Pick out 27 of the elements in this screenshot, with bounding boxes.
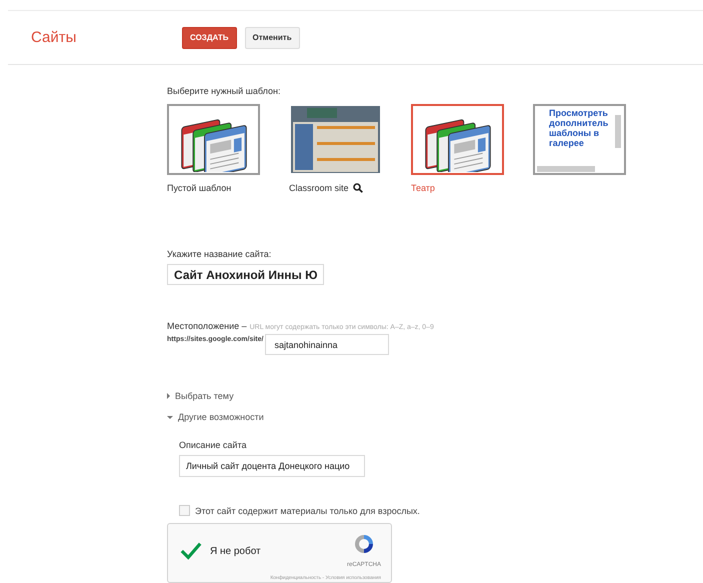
template-tile[interactable]: Просмотреть дополнитель шаблоны в галерее [533, 104, 626, 175]
template-label: Театр [411, 183, 435, 193]
scrollbar [537, 166, 595, 172]
description-field[interactable]: Личный сайт доцента Донецкого нацио [179, 455, 365, 477]
captcha-label: Я не робот [210, 546, 261, 556]
checkbox-label: Этот сайт содержит материалы только для взрослых. [195, 506, 420, 516]
checkbox[interactable] [179, 505, 190, 516]
url-field[interactable]: sajtanohinainna [265, 334, 390, 355]
template-tile[interactable] [167, 104, 260, 175]
captcha-checkbox[interactable] [180, 541, 202, 561]
gallery-link[interactable]: Просмотреть дополнитель шаблоны в галерее [549, 108, 609, 148]
scrollbar [615, 115, 621, 148]
site-title: Сайты [30, 29, 78, 46]
site-name-field[interactable]: Сайт Анохиной Инны Ю [167, 264, 324, 285]
field-label: Описание сайта [179, 440, 248, 450]
section-toggle[interactable]: Выбрать тему [167, 391, 703, 401]
section-label: Местоположение – [167, 321, 247, 331]
template-label: Classroom site [289, 183, 349, 193]
cancel-button[interactable]: Отменить [244, 26, 300, 48]
template-tile[interactable] [289, 104, 382, 175]
template-label: Пустой шаблон [167, 183, 232, 193]
section-toggle[interactable]: Другие возможности [167, 412, 703, 422]
section-label: Выберите нужный шаблон: [167, 86, 282, 96]
create-button[interactable]: СОЗДАТЬ [182, 26, 237, 48]
search-icon[interactable] [352, 183, 363, 193]
section-label: Укажите название сайта: [167, 249, 272, 259]
template-tile[interactable] [411, 104, 504, 175]
